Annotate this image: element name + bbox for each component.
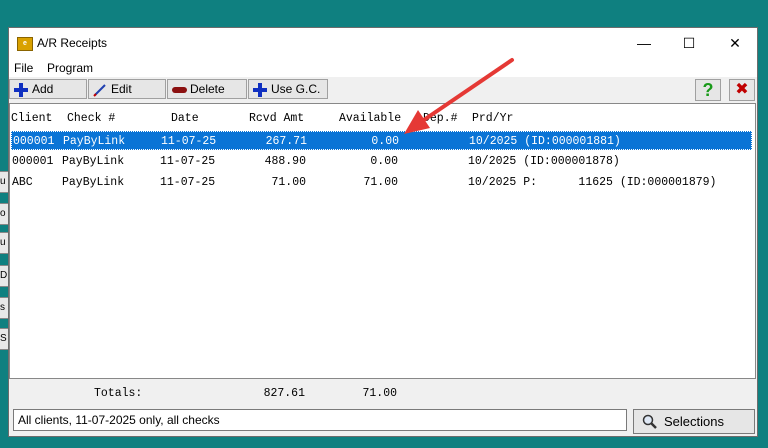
annotation-arrow <box>404 58 514 134</box>
